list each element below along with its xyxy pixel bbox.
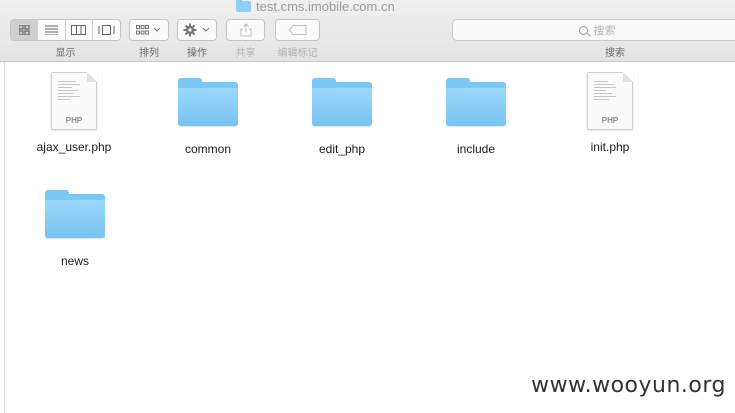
edit-tags-label: 编辑标记 [277, 48, 318, 59]
gear-icon [183, 23, 210, 37]
watermark: www.wooyun.org [531, 373, 726, 398]
sidebar-divider [4, 62, 5, 413]
finder-toolbar: test.cms.imobile.com.cn 显示 排列 操作 共享 编辑标记… [0, 0, 735, 62]
edit-tags-button[interactable] [275, 19, 320, 41]
window-title-text: test.cms.imobile.com.cn [256, 0, 395, 14]
folder-item[interactable]: news [15, 190, 135, 268]
action-button[interactable] [177, 19, 217, 41]
tag-icon [288, 25, 306, 35]
column-view-button[interactable] [66, 20, 93, 40]
file-name: init.php [590, 140, 630, 154]
arrange-icon [136, 25, 161, 35]
cover-flow-icon [98, 25, 115, 35]
php-file-icon: PHP [51, 72, 97, 130]
action-label: 操作 [187, 48, 207, 59]
search-icon [578, 25, 588, 35]
search-field[interactable]: 搜索 [452, 19, 735, 41]
window-title: test.cms.imobile.com.cn [236, 0, 395, 14]
share-icon [240, 23, 251, 37]
folder-icon [45, 190, 105, 240]
folder-icon [178, 78, 238, 128]
share-label: 共享 [235, 48, 256, 59]
cover-flow-button[interactable] [93, 20, 120, 40]
arrange-label: 排列 [139, 48, 159, 59]
file-item[interactable]: PHP ajax_user.php [14, 72, 134, 154]
folder-name: common [184, 142, 231, 156]
folder-name: news [60, 254, 89, 268]
folder-name: edit_php [318, 142, 366, 156]
php-file-icon: PHP [587, 72, 633, 130]
folder-icon [312, 78, 372, 128]
folder-item[interactable]: include [416, 78, 536, 156]
folder-name: include [456, 142, 496, 156]
folder-icon [446, 78, 506, 128]
search-placeholder: 搜索 [593, 25, 616, 37]
php-badge: PHP [601, 116, 619, 125]
file-name: ajax_user.php [36, 140, 112, 154]
list-view-icon [44, 25, 58, 35]
search-label: 搜索 [605, 48, 625, 59]
share-button[interactable] [226, 19, 265, 41]
folder-item[interactable]: common [148, 78, 268, 156]
view-label: 显示 [55, 48, 76, 59]
folder-icon [236, 0, 251, 12]
folder-item[interactable]: edit_php [282, 78, 402, 156]
file-item[interactable]: PHP init.php [550, 72, 670, 154]
icon-view-button[interactable] [11, 20, 39, 40]
arrange-button[interactable] [129, 19, 169, 41]
php-badge: PHP [65, 116, 83, 125]
view-mode-control[interactable] [10, 19, 121, 41]
column-view-icon [71, 25, 87, 35]
list-view-button[interactable] [38, 20, 66, 40]
icon-view-icon [18, 25, 30, 35]
